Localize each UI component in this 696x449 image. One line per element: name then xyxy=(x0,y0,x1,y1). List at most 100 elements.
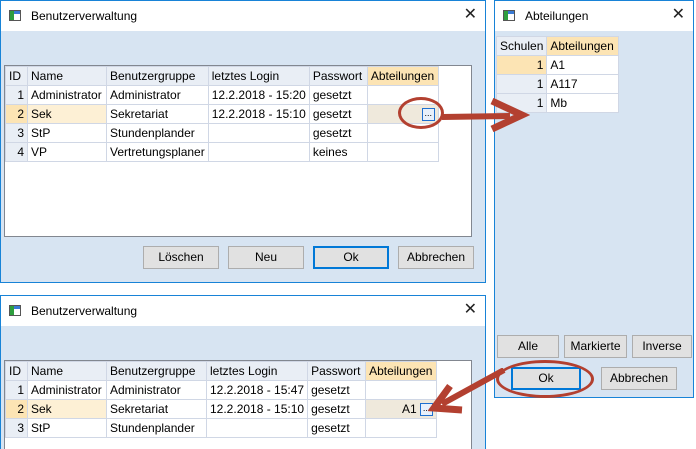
cell-name[interactable]: StP xyxy=(27,123,107,143)
col-header-id[interactable]: ID xyxy=(5,361,28,381)
cell-schools: 1 xyxy=(495,55,548,75)
cell-password[interactable]: gesetzt xyxy=(307,380,367,400)
col-header-last-login[interactable]: letztes Login xyxy=(205,361,309,381)
cell-group[interactable]: Sekretariat xyxy=(106,399,207,419)
departments-grid: Schulen Abteilungen 1 A1 1 A117 1 Mb xyxy=(495,36,692,328)
window-icon xyxy=(9,305,21,316)
cell-name[interactable]: Administrator xyxy=(27,85,107,105)
cell-group[interactable]: Administrator xyxy=(106,380,207,400)
row-id: 4 xyxy=(5,142,28,162)
col-header-id[interactable]: ID xyxy=(5,66,28,86)
cell-last-login: 12.2.2018 - 15:10 xyxy=(205,399,309,419)
cancel-button[interactable]: Abbrechen xyxy=(601,367,677,390)
cell-departments[interactable] xyxy=(365,418,438,438)
header-row: ID Name Benutzergruppe letztes Login Pas… xyxy=(5,361,438,381)
col-header-departments[interactable]: Abteilungen xyxy=(366,66,439,86)
row-id: 3 xyxy=(5,123,28,143)
cell-departments[interactable] xyxy=(366,142,439,162)
cell-last-login xyxy=(207,142,310,162)
col-header-last-login[interactable]: letztes Login xyxy=(207,66,310,86)
user-table: ID Name Benutzergruppe letztes Login Pas… xyxy=(5,361,438,438)
cell-group[interactable]: Stundenplander xyxy=(106,418,207,438)
dialog-client-area: ID Name Benutzergruppe letztes Login Pas… xyxy=(1,326,485,449)
cell-last-login: 12.2.2018 - 15:10 xyxy=(207,104,310,124)
department-row-selected[interactable]: 1 A1 xyxy=(495,55,620,75)
cell-password[interactable]: gesetzt xyxy=(308,104,368,124)
cell-department[interactable]: Mb xyxy=(546,93,620,113)
col-header-group[interactable]: Benutzergruppe xyxy=(106,361,207,381)
cell-last-login xyxy=(205,418,309,438)
cell-password[interactable]: gesetzt xyxy=(308,123,368,143)
table-row[interactable]: 3 StP Stundenplander gesetzt xyxy=(5,418,438,438)
cell-department[interactable]: A117 xyxy=(546,74,620,94)
close-icon[interactable]: ✕ xyxy=(464,300,477,320)
cell-group[interactable]: Administrator xyxy=(106,85,209,105)
highlight-ring-ellipsis xyxy=(398,97,444,129)
cell-name[interactable]: Sek xyxy=(27,399,107,419)
table-row[interactable]: 1 Administrator Administrator 12.2.2018 … xyxy=(5,380,438,400)
cancel-button[interactable]: Abbrechen xyxy=(398,246,474,269)
window-icon xyxy=(503,10,515,21)
table-row-selected[interactable]: 2 Sek Sekretariat 12.2.2018 - 15:10 gese… xyxy=(5,104,439,124)
col-header-name[interactable]: Name xyxy=(27,361,107,381)
user-management-dialog-after: Benutzerverwaltung ✕ ID Name Benutzergru… xyxy=(0,295,486,449)
cell-group[interactable]: Stundenplander xyxy=(106,123,209,143)
cell-group[interactable]: Sekretariat xyxy=(106,104,209,124)
cell-password[interactable]: gesetzt xyxy=(307,399,367,419)
cell-departments[interactable] xyxy=(365,380,438,400)
window-title: Benutzerverwaltung xyxy=(31,304,138,318)
user-grid: ID Name Benutzergruppe letztes Login Pas… xyxy=(4,65,472,237)
department-row[interactable]: 1 A117 xyxy=(495,74,620,94)
row-id: 2 xyxy=(5,399,28,419)
cell-password[interactable]: gesetzt xyxy=(308,85,368,105)
col-header-departments[interactable]: Abteilungen xyxy=(365,361,438,381)
row-id: 3 xyxy=(5,418,28,438)
select-all-button[interactable]: Alle xyxy=(497,335,559,358)
dialog-client-area: ID Name Benutzergruppe letztes Login Pas… xyxy=(1,31,485,282)
col-header-schools[interactable]: Schulen xyxy=(495,36,548,56)
arrow-back-to-grid-icon xyxy=(428,368,506,414)
cell-departments[interactable]: A1 ... xyxy=(365,399,438,419)
departments-value: A1 xyxy=(402,401,417,416)
departments-dialog: Abteilungen ✕ Schulen Abteilungen 1 A1 1… xyxy=(494,0,694,398)
cell-name[interactable]: VP xyxy=(27,142,107,162)
cell-last-login: 12.2.2018 - 15:20 xyxy=(207,85,310,105)
cell-name[interactable]: Sek xyxy=(27,104,107,124)
col-header-name[interactable]: Name xyxy=(27,66,107,86)
table-row[interactable]: 3 StP Stundenplander gesetzt xyxy=(5,123,439,143)
cell-password[interactable]: gesetzt xyxy=(307,418,367,438)
col-header-group[interactable]: Benutzergruppe xyxy=(106,66,209,86)
select-marked-button[interactable]: Markierte xyxy=(564,335,627,358)
close-icon[interactable]: ✕ xyxy=(464,5,477,25)
close-icon[interactable]: ✕ xyxy=(672,5,685,25)
delete-button[interactable]: Löschen xyxy=(143,246,219,269)
cell-department[interactable]: A1 xyxy=(546,55,620,75)
row-id: 1 xyxy=(5,380,28,400)
title-bar: Benutzerverwaltung ✕ xyxy=(1,296,485,326)
window-title: Abteilungen xyxy=(525,9,589,23)
table-row[interactable]: 1 Administrator Administrator 12.2.2018 … xyxy=(5,85,439,105)
col-header-departments[interactable]: Abteilungen xyxy=(546,36,620,56)
dialog-client-area: Schulen Abteilungen 1 A1 1 A117 1 Mb All… xyxy=(495,31,693,397)
cell-name[interactable]: Administrator xyxy=(27,380,107,400)
table-row-selected[interactable]: 2 Sek Sekretariat 12.2.2018 - 15:10 gese… xyxy=(5,399,438,419)
title-bar: Abteilungen ✕ xyxy=(495,1,693,31)
title-bar: Benutzerverwaltung ✕ xyxy=(1,1,485,31)
user-table: ID Name Benutzergruppe letztes Login Pas… xyxy=(5,66,439,162)
cell-password[interactable]: keines xyxy=(308,142,368,162)
new-button[interactable]: Neu xyxy=(228,246,304,269)
row-id: 2 xyxy=(5,104,28,124)
cell-last-login xyxy=(207,123,310,143)
user-management-dialog: Benutzerverwaltung ✕ ID Name Benutzergru… xyxy=(0,0,486,283)
cell-last-login: 12.2.2018 - 15:47 xyxy=(205,380,309,400)
cell-group[interactable]: Vertretungsplaner xyxy=(106,142,209,162)
ok-button[interactable]: Ok xyxy=(313,246,389,269)
invert-selection-button[interactable]: Inverse xyxy=(632,335,692,358)
window-title: Benutzerverwaltung xyxy=(31,9,138,23)
cell-name[interactable]: StP xyxy=(27,418,107,438)
arrow-to-departments-icon xyxy=(441,97,530,133)
col-header-password[interactable]: Passwort xyxy=(307,361,367,381)
col-header-password[interactable]: Passwort xyxy=(308,66,368,86)
table-row[interactable]: 4 VP Vertretungsplaner keines xyxy=(5,142,439,162)
row-id: 1 xyxy=(5,85,28,105)
